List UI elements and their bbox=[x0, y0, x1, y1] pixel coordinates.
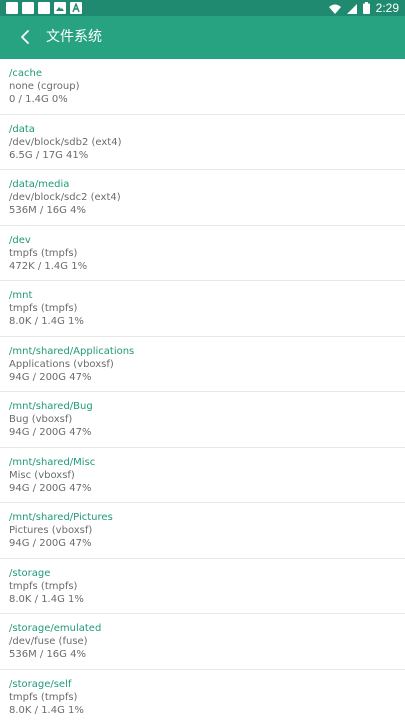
mount-point: /mnt/shared/Bug bbox=[9, 401, 93, 412]
cellular-icon bbox=[346, 0, 357, 18]
system-icons: 2:29 bbox=[328, 0, 399, 18]
list-item[interactable]: /mnt tmpfs (tmpfs) 8.0K / 1.4G 1% bbox=[0, 281, 405, 337]
list-item[interactable]: /mnt/shared/Misc Misc (vboxsf) 94G / 200… bbox=[0, 448, 405, 503]
device-name: /dev/block/sdb2 (ext4) bbox=[9, 136, 122, 148]
usage-info: 8.0K / 1.4G 1% bbox=[9, 593, 84, 605]
mount-point: /storage bbox=[9, 567, 51, 579]
mount-point: /cache bbox=[9, 68, 42, 79]
notification-box-icon bbox=[6, 2, 18, 14]
list-item[interactable]: /mnt/shared/Pictures Pictures (vboxsf) 9… bbox=[0, 503, 405, 559]
usage-info: 8.0K / 1.4G 1% bbox=[9, 704, 84, 716]
device-name: tmpfs (tmpfs) bbox=[9, 247, 78, 259]
device-name: none (cgroup) bbox=[9, 81, 80, 92]
notification-box-icon bbox=[38, 2, 50, 14]
device-name: tmpfs (tmpfs) bbox=[9, 580, 78, 592]
usage-info: 94G / 200G 47% bbox=[9, 427, 92, 438]
mount-point: /mnt/shared/Pictures bbox=[9, 512, 113, 523]
mount-point: /dev bbox=[9, 234, 31, 246]
list-item[interactable]: /cache none (cgroup) 0 / 1.4G 0% bbox=[0, 59, 405, 115]
list-item[interactable]: /mnt/shared/Bug Bug (vboxsf) 94G / 200G … bbox=[0, 392, 405, 448]
usage-info: 94G / 200G 47% bbox=[9, 482, 92, 494]
mount-point: /storage/self bbox=[9, 678, 72, 690]
device-name: Misc (vboxsf) bbox=[9, 469, 75, 481]
list-item[interactable]: /storage tmpfs (tmpfs) 8.0K / 1.4G 1% bbox=[0, 559, 405, 614]
chevron-left-icon bbox=[21, 30, 29, 44]
mount-point: /mnt/shared/Applications bbox=[9, 345, 135, 357]
list-item[interactable]: /data /dev/block/sdb2 (ext4) 6.5G / 17G … bbox=[0, 115, 405, 170]
mount-point: /mnt bbox=[9, 290, 33, 301]
battery-icon bbox=[362, 0, 370, 18]
filesystem-list[interactable]: /cache none (cgroup) 0 / 1.4G 0% /data /… bbox=[0, 59, 405, 720]
device-name: Applications (vboxsf) bbox=[9, 358, 114, 370]
text-a-icon bbox=[70, 2, 82, 14]
page-title: 文件系统 bbox=[46, 29, 102, 45]
list-item[interactable]: /storage/self tmpfs (tmpfs) 8.0K / 1.4G … bbox=[0, 670, 405, 720]
mount-point: /mnt/shared/Misc bbox=[9, 456, 96, 468]
device-name: Bug (vboxsf) bbox=[9, 414, 73, 425]
mount-point: /data bbox=[9, 123, 35, 135]
mount-point: /data/media bbox=[9, 179, 70, 190]
usage-info: 8.0K / 1.4G 1% bbox=[9, 316, 84, 327]
list-item[interactable]: /storage/emulated /dev/fuse (fuse) 536M … bbox=[0, 614, 405, 670]
usage-info: 472K / 1.4G 1% bbox=[9, 260, 88, 272]
back-button[interactable] bbox=[10, 22, 40, 52]
image-icon bbox=[54, 2, 66, 14]
device-name: /dev/fuse (fuse) bbox=[9, 636, 88, 647]
mount-point: /storage/emulated bbox=[9, 623, 102, 634]
usage-info: 536M / 16G 4% bbox=[9, 205, 86, 216]
clock: 2:29 bbox=[375, 1, 399, 15]
device-name: tmpfs (tmpfs) bbox=[9, 303, 78, 314]
list-item[interactable]: /data/media /dev/block/sdc2 (ext4) 536M … bbox=[0, 170, 405, 226]
device-name: /dev/block/sdc2 (ext4) bbox=[9, 192, 121, 203]
device-name: Pictures (vboxsf) bbox=[9, 525, 93, 536]
usage-info: 6.5G / 17G 41% bbox=[9, 149, 89, 161]
list-item[interactable]: /mnt/shared/Applications Applications (v… bbox=[0, 337, 405, 392]
notification-box-icon bbox=[22, 2, 34, 14]
device-name: tmpfs (tmpfs) bbox=[9, 691, 78, 703]
usage-info: 94G / 200G 47% bbox=[9, 538, 92, 549]
usage-info: 0 / 1.4G 0% bbox=[9, 94, 68, 105]
usage-info: 536M / 16G 4% bbox=[9, 649, 86, 660]
app-bar: 文件系统 bbox=[0, 16, 405, 59]
list-item[interactable]: /dev tmpfs (tmpfs) 472K / 1.4G 1% bbox=[0, 226, 405, 281]
wifi-icon bbox=[328, 0, 341, 18]
usage-info: 94G / 200G 47% bbox=[9, 371, 92, 383]
status-bar: 2:29 bbox=[0, 0, 405, 16]
notification-icons bbox=[6, 2, 82, 14]
